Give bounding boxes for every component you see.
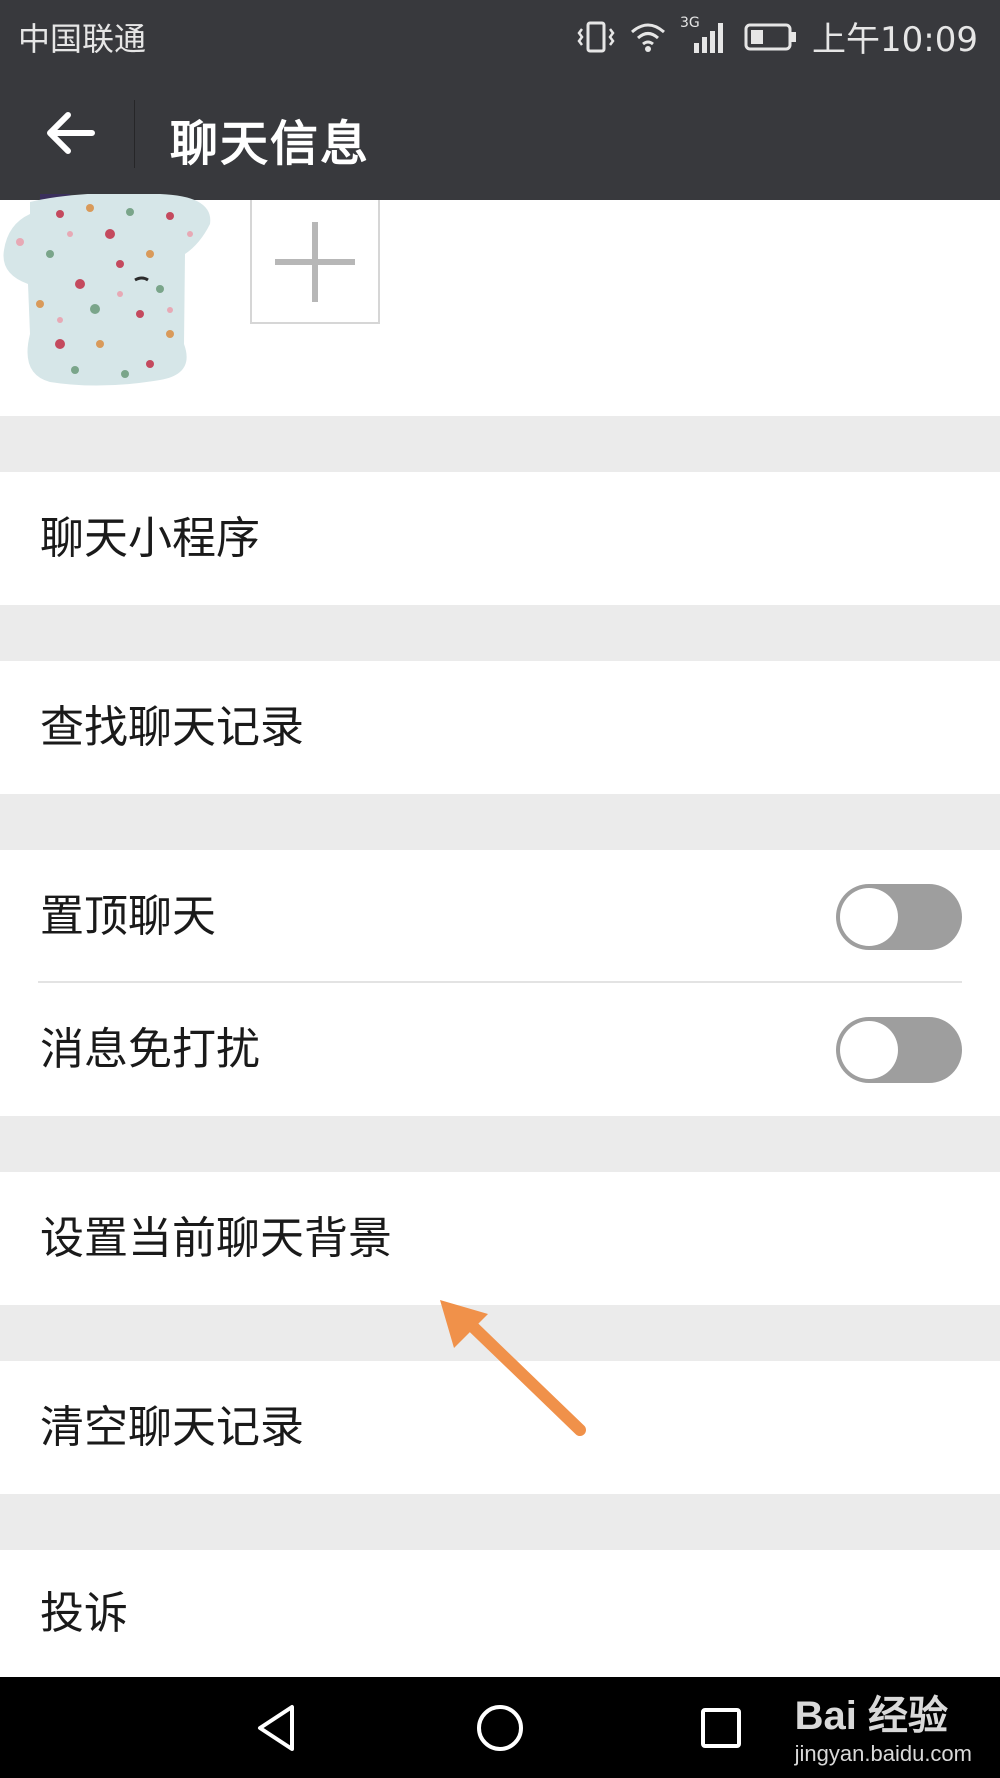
nav-recents-button[interactable] <box>688 1695 754 1761</box>
menu-item-label: 查找聊天记录 <box>40 702 304 753</box>
menu-item-pin-chat: 置顶聊天 <box>0 850 1000 983</box>
carrier-name: 中国联通 <box>18 20 147 58</box>
title-bar: 聊天信息 <box>0 66 1000 200</box>
menu-item-mini-programs[interactable]: 聊天小程序 <box>0 472 1000 605</box>
add-member-button[interactable] <box>250 200 380 324</box>
title-divider <box>134 100 135 168</box>
menu-item-label: 清空聊天记录 <box>40 1402 304 1453</box>
menu-item-label: 消息免打扰 <box>40 1024 260 1075</box>
signal-icon: 3G <box>680 15 730 55</box>
page-title: 聊天信息 <box>170 116 371 172</box>
circle-home-icon <box>477 1705 523 1751</box>
back-button[interactable] <box>38 100 104 166</box>
watermark-url: jingyan.baidu.com <box>794 1741 972 1766</box>
menu-item-label: 聊天小程序 <box>40 513 260 564</box>
clock: 上午10:09 <box>812 20 978 60</box>
navigation-bar: Bai 经验 jingyan.baidu.com <box>0 1677 1000 1778</box>
menu-item-label: 置顶聊天 <box>40 891 216 942</box>
pin-chat-toggle[interactable] <box>836 884 962 950</box>
status-bar: 中国联通 3G 上午10:09 <box>0 0 1000 66</box>
menu-item-report[interactable]: 投诉 <box>0 1550 1000 1677</box>
back-arrow-icon <box>47 112 95 154</box>
menu-item-chat-background[interactable]: 设置当前聊天背景 <box>0 1172 1000 1305</box>
plus-icon <box>275 222 355 302</box>
menu-item-search-history[interactable]: 查找聊天记录 <box>0 661 1000 794</box>
vibrate-icon <box>577 21 615 52</box>
nav-home-button[interactable] <box>467 1695 533 1761</box>
nav-back-button[interactable] <box>246 1695 312 1761</box>
square-recents-icon <box>701 1708 741 1748</box>
watermark-brand: Bai 经验 <box>794 1694 949 1738</box>
status-icons: 3G 上午10:09 <box>576 12 978 61</box>
member-avatar[interactable] <box>0 194 216 390</box>
triangle-back-icon <box>258 1705 294 1751</box>
menu-item-mute: 消息免打扰 <box>0 983 1000 1116</box>
menu-item-label: 设置当前聊天背景 <box>40 1213 392 1264</box>
battery-icon <box>744 23 797 50</box>
menu-item-label: 投诉 <box>40 1588 128 1639</box>
mute-toggle[interactable] <box>836 1017 962 1083</box>
toggle-knob <box>840 888 898 946</box>
toggle-knob <box>840 1021 898 1079</box>
baidu-watermark: Bai 经验 jingyan.baidu.com <box>795 1683 972 1767</box>
members-section <box>0 194 1000 416</box>
wifi-icon <box>631 23 666 52</box>
menu-item-clear-history[interactable]: 清空聊天记录 <box>0 1361 1000 1494</box>
